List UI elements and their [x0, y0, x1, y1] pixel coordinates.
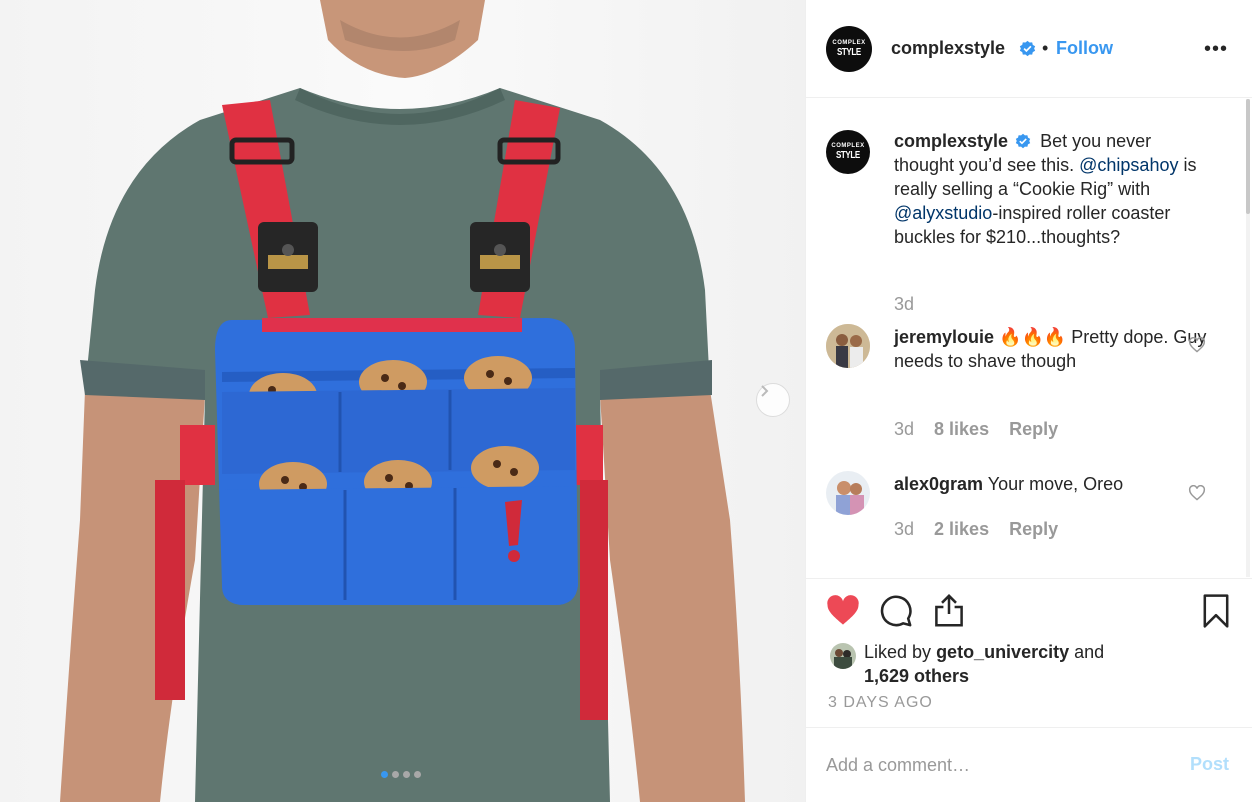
- avatar-image: [826, 471, 870, 515]
- more-options-icon[interactable]: •••: [1204, 38, 1228, 61]
- carousel-indicator: [381, 771, 421, 778]
- comment-meta: 3d 2 likes Reply: [894, 519, 1058, 540]
- scrollbar-thumb[interactable]: [1246, 99, 1250, 214]
- caption-meta: 3d: [894, 294, 914, 315]
- comment-body: Your move, Oreo: [987, 474, 1124, 494]
- post-username[interactable]: complexstyle: [891, 38, 1005, 59]
- comment-text: alex0gram Your move, Oreo: [894, 472, 1214, 496]
- chevron-right-icon: [761, 385, 769, 397]
- add-comment-bar: Post: [806, 727, 1252, 802]
- liked-by-and: and: [1074, 642, 1105, 662]
- verified-badge-icon: [1019, 40, 1036, 57]
- carousel-dot: [381, 771, 388, 778]
- next-slide-button[interactable]: [756, 383, 790, 417]
- comments-list[interactable]: COMPLEX STYLE complexstyle Bet you never…: [806, 99, 1252, 577]
- share-icon[interactable]: [932, 593, 966, 628]
- liked-by-text: Liked by geto_univercity and 1,629 other…: [864, 640, 1104, 688]
- reply-button[interactable]: Reply: [1009, 519, 1058, 540]
- follow-button[interactable]: Follow: [1056, 38, 1113, 59]
- post-image: [60, 0, 745, 802]
- post-timestamp[interactable]: 3 DAYS AGO: [828, 694, 933, 712]
- carousel-dot: [403, 771, 410, 778]
- post-photo[interactable]: [0, 0, 805, 802]
- like-comment-heart-icon[interactable]: [1188, 485, 1206, 501]
- post-comment-button[interactable]: Post: [1190, 754, 1229, 775]
- liked-by-prefix: Liked by: [864, 642, 932, 662]
- comment-icon[interactable]: [879, 594, 913, 628]
- reply-button[interactable]: Reply: [1009, 419, 1058, 440]
- liked-by-avatar[interactable]: [830, 643, 856, 669]
- like-comment-heart-icon[interactable]: [1188, 337, 1206, 353]
- like-heart-icon[interactable]: [826, 595, 860, 626]
- comment-avatar[interactable]: [826, 471, 870, 515]
- logo-text-top: COMPLEX: [831, 143, 865, 149]
- save-bookmark-icon[interactable]: [1202, 594, 1230, 628]
- comment-meta: 3d 8 likes Reply: [894, 419, 1058, 440]
- avatar-image: [826, 324, 870, 368]
- comment-text: jeremylouie 🔥🔥🔥 Pretty dope. Guy needs t…: [894, 325, 1214, 373]
- comment-avatar[interactable]: [826, 324, 870, 368]
- avatar-image: [830, 643, 856, 669]
- caption-text: complexstyle Bet you never thought you’d…: [894, 129, 1214, 249]
- caption-avatar[interactable]: COMPLEX STYLE: [826, 130, 870, 174]
- comment-time[interactable]: 3d: [894, 519, 914, 540]
- post-actions: Liked by geto_univercity and 1,629 other…: [806, 578, 1252, 726]
- verified-badge-icon: [1015, 133, 1031, 148]
- carousel-dot: [414, 771, 421, 778]
- logo-text-bottom: STYLE: [837, 47, 861, 58]
- caption-username[interactable]: complexstyle: [894, 131, 1008, 151]
- mention-link[interactable]: @alyxstudio: [894, 203, 992, 223]
- post-header: COMPLEX STYLE complexstyle • Follow •••: [806, 0, 1252, 98]
- comment-username[interactable]: jeremylouie: [894, 327, 994, 347]
- mention-link[interactable]: @chipsahoy: [1079, 155, 1178, 175]
- logo-text-bottom: STYLE: [836, 150, 860, 161]
- comment-likes[interactable]: 8 likes: [934, 419, 989, 440]
- logo-text-top: COMPLEX: [832, 40, 866, 46]
- comment-time[interactable]: 3d: [894, 419, 914, 440]
- caption-time[interactable]: 3d: [894, 294, 914, 315]
- profile-avatar[interactable]: COMPLEX STYLE: [826, 26, 872, 72]
- post-side-panel: COMPLEX STYLE complexstyle • Follow ••• …: [805, 0, 1252, 802]
- comment-likes[interactable]: 2 likes: [934, 519, 989, 540]
- header-separator: •: [1042, 38, 1049, 58]
- likes-count[interactable]: 1,629 others: [864, 666, 969, 686]
- carousel-dot: [392, 771, 399, 778]
- liked-by-user[interactable]: geto_univercity: [936, 642, 1069, 662]
- add-comment-input[interactable]: [826, 750, 1166, 780]
- comment-username[interactable]: alex0gram: [894, 474, 983, 494]
